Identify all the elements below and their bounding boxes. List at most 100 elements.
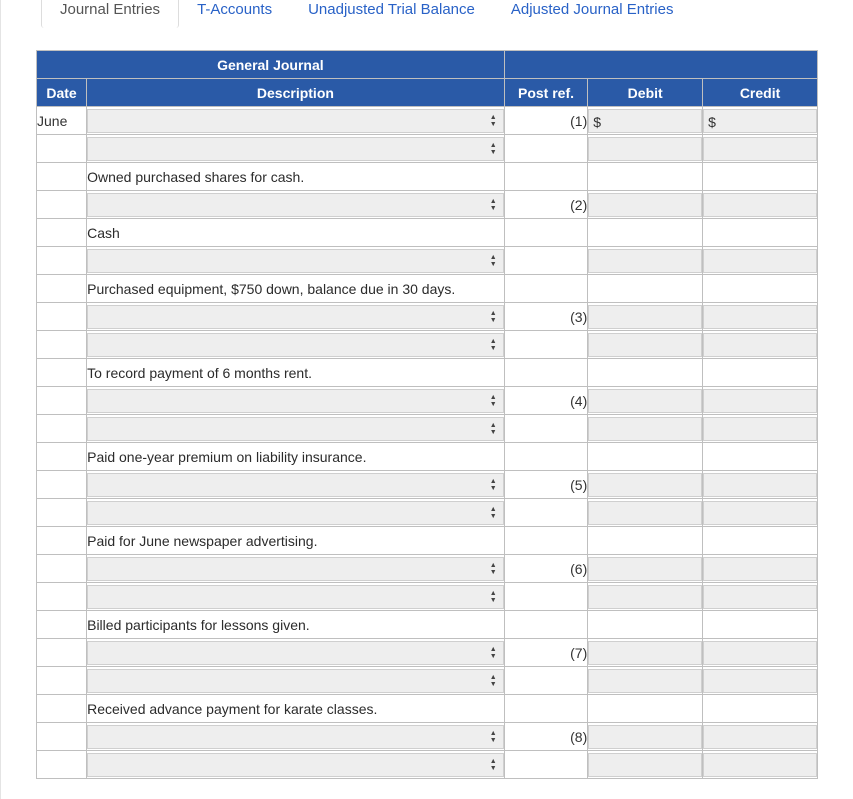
- debit-input[interactable]: [588, 389, 702, 413]
- credit-cell: [703, 303, 818, 331]
- credit-input[interactable]: [703, 249, 817, 273]
- postref-cell: [504, 247, 588, 275]
- debit-input[interactable]: [588, 249, 702, 273]
- tab-t-accounts[interactable]: T-Accounts: [179, 0, 290, 28]
- date-cell: [37, 723, 87, 751]
- account-select[interactable]: ▲ ▼: [87, 725, 504, 749]
- debit-input[interactable]: [588, 137, 702, 161]
- tab-adjusted-journal-entries[interactable]: Adjusted Journal Entries: [493, 0, 692, 28]
- tab-bar: Journal Entries T-Accounts Unadjusted Tr…: [1, 0, 853, 28]
- account-select[interactable]: ▲ ▼: [87, 249, 504, 273]
- account-select[interactable]: ▲ ▼: [87, 333, 504, 357]
- description-cell: ▲ ▼: [87, 415, 505, 443]
- updown-caret-icon: ▲ ▼: [490, 142, 497, 156]
- debit-cell: [588, 667, 703, 695]
- postref-cell: [504, 443, 588, 471]
- credit-input[interactable]: [703, 585, 817, 609]
- account-select[interactable]: ▲ ▼: [87, 669, 504, 693]
- postref-cell: [504, 359, 588, 387]
- debit-input[interactable]: [588, 417, 702, 441]
- credit-cell: $: [703, 107, 818, 135]
- postref-cell: [504, 499, 588, 527]
- credit-input[interactable]: [703, 725, 817, 749]
- date-cell: [37, 191, 87, 219]
- debit-cell: [588, 555, 703, 583]
- updown-caret-icon: ▲ ▼: [490, 478, 497, 492]
- account-select[interactable]: ▲ ▼: [87, 193, 504, 217]
- account-select[interactable]: ▲ ▼: [87, 753, 504, 777]
- debit-cell: [588, 359, 703, 387]
- debit-input[interactable]: [588, 669, 702, 693]
- description-cell: ▲ ▼: [87, 723, 505, 751]
- table-row: Cash: [37, 219, 818, 247]
- postref-cell: [504, 331, 588, 359]
- debit-blank: [588, 613, 702, 637]
- postref-cell: [504, 219, 588, 247]
- table-row: ▲ ▼: [37, 583, 818, 611]
- credit-cell: [703, 247, 818, 275]
- debit-input[interactable]: [588, 585, 702, 609]
- tab-unadjusted-trial-balance[interactable]: Unadjusted Trial Balance: [290, 0, 493, 28]
- credit-input[interactable]: [703, 473, 817, 497]
- updown-caret-icon: ▲ ▼: [490, 758, 497, 772]
- postref-cell: [504, 163, 588, 191]
- debit-input[interactable]: [588, 753, 702, 777]
- debit-input[interactable]: [588, 473, 702, 497]
- debit-cell: [588, 527, 703, 555]
- credit-cell: [703, 499, 818, 527]
- credit-input[interactable]: [703, 137, 817, 161]
- updown-caret-icon: ▲ ▼: [490, 394, 497, 408]
- debit-input[interactable]: [588, 641, 702, 665]
- credit-cell: [703, 359, 818, 387]
- debit-input[interactable]: $: [588, 109, 702, 133]
- debit-cell: [588, 135, 703, 163]
- debit-input[interactable]: [588, 305, 702, 329]
- description-cell: ▲ ▼: [87, 639, 505, 667]
- credit-input[interactable]: $: [703, 109, 817, 133]
- account-select[interactable]: ▲ ▼: [87, 109, 504, 133]
- credit-input[interactable]: [703, 333, 817, 357]
- debit-input[interactable]: [588, 193, 702, 217]
- tab-journal-entries[interactable]: Journal Entries: [41, 0, 179, 28]
- debit-input[interactable]: [588, 501, 702, 525]
- credit-input[interactable]: [703, 193, 817, 217]
- credit-input[interactable]: [703, 305, 817, 329]
- description-cell: ▲ ▼: [87, 331, 505, 359]
- date-cell: [37, 359, 87, 387]
- account-select[interactable]: ▲ ▼: [87, 585, 504, 609]
- table-row: ▲ ▼: [37, 331, 818, 359]
- credit-input[interactable]: [703, 417, 817, 441]
- account-select[interactable]: ▲ ▼: [87, 641, 504, 665]
- postref-cell: (8): [504, 723, 588, 751]
- account-select[interactable]: ▲ ▼: [87, 137, 504, 161]
- account-select[interactable]: ▲ ▼: [87, 389, 504, 413]
- debit-cell: [588, 387, 703, 415]
- description-cell: Paid one-year premium on liability insur…: [87, 443, 505, 471]
- account-select[interactable]: ▲ ▼: [87, 305, 504, 329]
- debit-input[interactable]: [588, 557, 702, 581]
- table-row: ▲ ▼(4): [37, 387, 818, 415]
- debit-input[interactable]: [588, 333, 702, 357]
- credit-blank: [703, 613, 817, 637]
- credit-blank: [703, 277, 817, 301]
- date-cell: [37, 611, 87, 639]
- credit-input[interactable]: [703, 501, 817, 525]
- account-select[interactable]: ▲ ▼: [87, 417, 504, 441]
- description-cell: Owned purchased shares for cash.: [87, 163, 505, 191]
- credit-input[interactable]: [703, 641, 817, 665]
- account-select[interactable]: ▲ ▼: [87, 557, 504, 581]
- account-select[interactable]: ▲ ▼: [87, 473, 504, 497]
- col-description: Description: [87, 79, 505, 107]
- account-select[interactable]: ▲ ▼: [87, 501, 504, 525]
- updown-caret-icon: ▲ ▼: [490, 674, 497, 688]
- credit-input[interactable]: [703, 669, 817, 693]
- page: Journal Entries T-Accounts Unadjusted Tr…: [0, 0, 853, 799]
- debit-blank: [588, 697, 702, 721]
- credit-input[interactable]: [703, 753, 817, 777]
- credit-cell: [703, 667, 818, 695]
- debit-input[interactable]: [588, 725, 702, 749]
- credit-input[interactable]: [703, 557, 817, 581]
- debit-cell: [588, 695, 703, 723]
- credit-input[interactable]: [703, 389, 817, 413]
- credit-blank: [703, 529, 817, 553]
